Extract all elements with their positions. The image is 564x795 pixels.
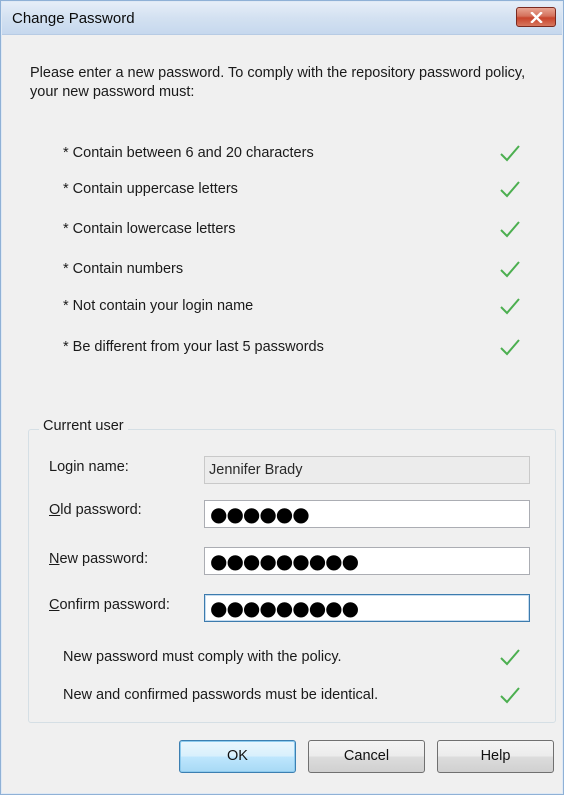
policy-rule-lowercase: * Contain lowercase letters — [63, 221, 236, 237]
title-bar: Change Password — [2, 2, 562, 35]
new-password-mask: ●●●●●●●●● — [210, 549, 359, 573]
checkmark-icon — [500, 298, 520, 315]
window-title: Change Password — [12, 10, 135, 27]
policy-rule-length: * Contain between 6 and 20 characters — [63, 145, 314, 161]
policy-rule-history: * Be different from your last 5 password… — [63, 339, 324, 355]
policy-rule-uppercase: * Contain uppercase letters — [63, 181, 238, 197]
checkmark-icon — [500, 145, 520, 162]
new-password-label: New password: — [49, 551, 149, 567]
policy-rule-login-name: * Not contain your login name — [63, 298, 254, 314]
login-name-label: Login name: — [49, 459, 129, 475]
cancel-button[interactable]: Cancel — [308, 740, 425, 773]
validation-match-text: New and confirmed passwords must be iden… — [63, 687, 379, 703]
close-icon — [530, 12, 543, 23]
old-password-field[interactable]: ●●●●●● — [204, 500, 530, 528]
new-password-field[interactable]: ●●●●●●●●● — [204, 547, 530, 575]
current-user-legend: Current user — [39, 418, 128, 434]
ok-button[interactable]: OK — [179, 740, 296, 773]
validation-policy-text: New password must comply with the policy… — [63, 649, 342, 665]
policy-rule-numbers: * Contain numbers — [63, 261, 184, 277]
checkmark-icon — [500, 649, 520, 666]
policy-intro-text: Please enter a new password. To comply w… — [30, 65, 526, 100]
change-password-dialog: Change Password Please enter a new passw… — [0, 0, 564, 795]
checkmark-icon — [500, 221, 520, 238]
old-password-label: Old password: — [49, 502, 142, 518]
checkmark-icon — [500, 339, 520, 356]
confirm-password-mask: ●●●●●●●●● — [210, 596, 359, 620]
checkmark-icon — [500, 687, 520, 704]
close-button[interactable] — [516, 7, 556, 27]
checkmark-icon — [500, 261, 520, 278]
confirm-password-field[interactable]: ●●●●●●●●● — [204, 594, 530, 622]
old-password-mask: ●●●●●● — [210, 502, 310, 526]
help-button[interactable]: Help — [437, 740, 554, 773]
login-name-field: Jennifer Brady — [204, 456, 530, 484]
checkmark-icon — [500, 181, 520, 198]
confirm-password-label: Confirm password: — [49, 597, 170, 613]
